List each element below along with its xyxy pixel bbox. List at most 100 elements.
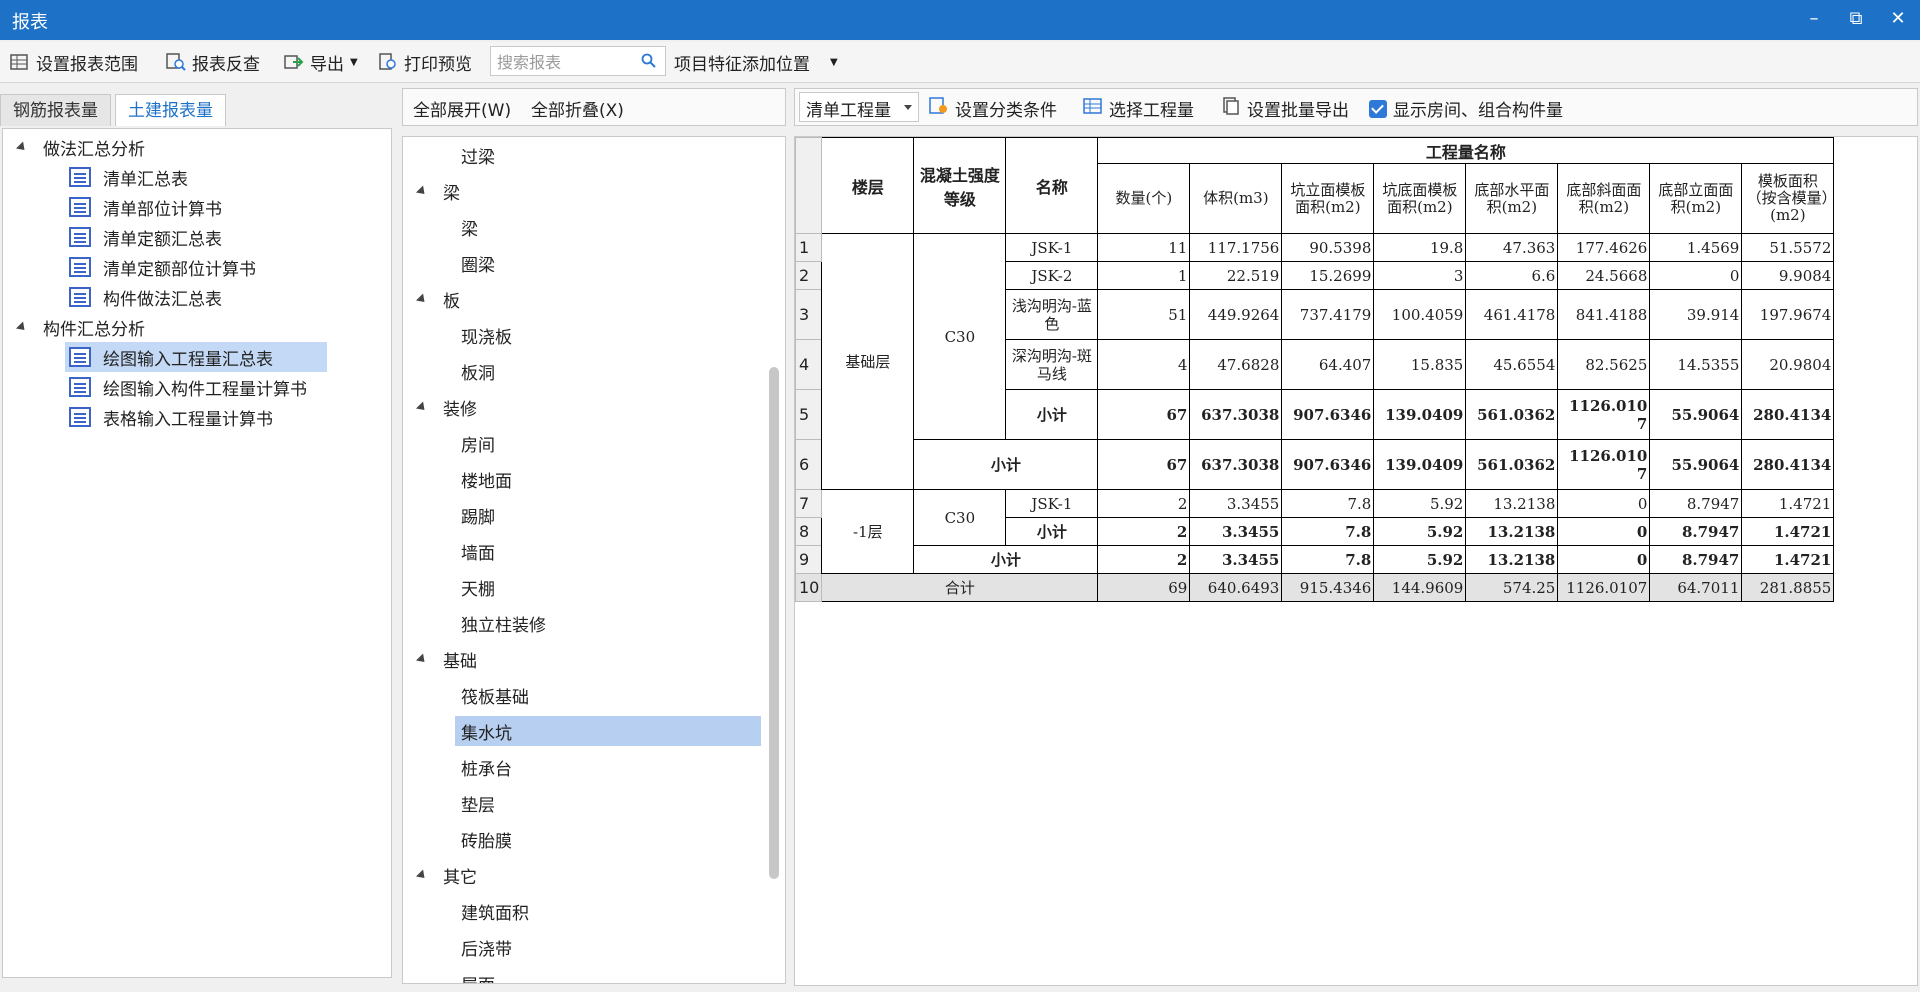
- collapse-arrow-icon[interactable]: [415, 652, 429, 666]
- value-cell: 841.4188: [1557, 289, 1651, 340]
- restore-button[interactable]: ⧉: [1844, 6, 1868, 32]
- tree-item-table-input-calc[interactable]: 表格输入工程量计算书: [69, 402, 273, 432]
- component-tree-item[interactable]: 过梁: [461, 140, 495, 170]
- reverse-check-button[interactable]: 报表反查: [166, 50, 260, 75]
- close-button[interactable]: ✕: [1886, 6, 1910, 32]
- value-cell: 6.6: [1465, 261, 1559, 290]
- report-search-input[interactable]: [495, 48, 639, 76]
- value-cell: 45.6554: [1465, 339, 1559, 390]
- component-tree-item[interactable]: 楼地面: [461, 464, 512, 494]
- value-cell: 7.8: [1281, 489, 1375, 518]
- value-cell: 20.9804: [1741, 339, 1835, 390]
- component-tree-group[interactable]: 其它: [415, 860, 477, 890]
- collapse-arrow-icon[interactable]: [15, 320, 29, 334]
- search-icon[interactable]: [641, 53, 657, 73]
- tree-item-bill-summary[interactable]: 清单汇总表: [69, 162, 188, 192]
- tree-item-component-method-summary[interactable]: 构件做法汇总表: [69, 282, 222, 312]
- component-tree-group[interactable]: 梁: [415, 176, 460, 206]
- quantity-report-table: 楼层 混凝土强度等级 名称 工程量名称 数量(个) 体积(m3) 坑立面模板面积…: [794, 137, 1835, 602]
- component-tree-item[interactable]: 踢脚: [461, 500, 495, 530]
- tree-item-label: 绘图输入工程量汇总表: [103, 349, 273, 370]
- export-button[interactable]: 导出 ▼: [284, 50, 358, 75]
- show-rooms-checkbox[interactable]: 显示房间、组合构件量: [1369, 96, 1563, 121]
- report-icon: [69, 347, 91, 367]
- component-tree-item[interactable]: 垫层: [461, 788, 495, 818]
- vertical-scrollbar[interactable]: [769, 367, 779, 879]
- tab-civil-report[interactable]: 土建报表量: [115, 94, 226, 126]
- component-tree-item[interactable]: 天棚: [461, 572, 495, 602]
- table-row[interactable]: 1 基础层 C30 JSK-1 11 117.1756 90.5398 19.8 47.363 1…: [794, 233, 1835, 490]
- tree-item-bill-quota-part-calc[interactable]: 清单定额部位计算书: [69, 252, 256, 282]
- value-cell: 737.4179: [1281, 289, 1375, 340]
- tree-item-label: 清单部位计算书: [103, 199, 222, 220]
- tree-item-bill-quota-summary[interactable]: 清单定额汇总表: [69, 222, 222, 252]
- component-tree-item[interactable]: 墙面: [461, 536, 495, 566]
- value-cell: 640.6493: [1189, 573, 1283, 602]
- set-report-range-button[interactable]: 设置报表范围: [10, 50, 138, 75]
- value-cell: 67: [1097, 439, 1191, 490]
- collapse-arrow-icon[interactable]: [15, 140, 29, 154]
- collapse-arrow-icon[interactable]: [415, 184, 429, 198]
- tree-item-drawing-input-summary[interactable]: 绘图输入工程量汇总表: [65, 342, 327, 372]
- value-cell: 3: [1373, 261, 1467, 290]
- table-row[interactable]: 7 -1层 C30 JSK-1 2 3.3455 7.8 5.92 13.2138 0 8.7947…: [794, 489, 1835, 574]
- component-tree-group[interactable]: 板: [415, 284, 460, 314]
- collapse-arrow-icon[interactable]: [415, 868, 429, 882]
- component-tree-item[interactable]: 建筑面积: [461, 896, 529, 926]
- print-preview-button[interactable]: 打印预览: [378, 50, 472, 75]
- component-tree-item[interactable]: 桩承台: [461, 752, 512, 782]
- checkbox-checked-icon[interactable]: [1369, 99, 1387, 118]
- component-tree-group[interactable]: 基础: [415, 644, 477, 674]
- tree-node-label: 天棚: [461, 579, 495, 600]
- tree-node-label: 梁: [443, 183, 460, 204]
- header-col: 体积(m3): [1189, 163, 1283, 234]
- header-quantity-group: 工程量名称: [1097, 137, 1835, 164]
- component-tree: 过梁梁梁圈梁板现浇板 板洞 装修 房间 楼地面 踢脚 墙面 天棚 独立柱装修 基础 筏板基础 集水坑桩…: [402, 136, 786, 984]
- value-cell: 1126.0107: [1557, 389, 1651, 440]
- component-tree-item[interactable]: 房间: [461, 428, 495, 458]
- tree-group-component-summary[interactable]: 构件汇总分析: [15, 312, 145, 342]
- component-tree-item[interactable]: 砖胎膜: [461, 824, 512, 854]
- minimize-button[interactable]: –: [1802, 6, 1826, 32]
- batch-export-button[interactable]: 设置批量导出: [1221, 96, 1349, 121]
- component-tree-item[interactable]: 圈梁: [461, 248, 495, 278]
- value-cell: 11: [1097, 233, 1191, 262]
- tree-item-bill-part-calc[interactable]: 清单部位计算书: [69, 192, 222, 222]
- collapse-arrow-icon[interactable]: [415, 292, 429, 306]
- report-icon: [69, 227, 91, 247]
- tree-node-label: 板洞: [461, 363, 495, 384]
- tree-group-method-summary[interactable]: 做法汇总分析: [15, 132, 145, 162]
- value-cell: 39.914: [1649, 289, 1743, 340]
- total-label: 合计: [821, 573, 1099, 602]
- feature-position-dropdown[interactable]: 项目特征添加位置 ▼: [674, 50, 838, 75]
- component-tree-item[interactable]: 梁: [461, 212, 478, 242]
- component-tree-item[interactable]: 后浇带: [461, 932, 512, 962]
- component-tree-item[interactable]: 独立柱装修: [461, 608, 546, 638]
- value-cell: 64.7011: [1649, 573, 1743, 602]
- expand-all-button[interactable]: 全部展开(W): [413, 96, 511, 121]
- show-rooms-label: 显示房间、组合构件量: [1393, 101, 1563, 121]
- collapse-all-button[interactable]: 全部折叠(X): [531, 96, 624, 121]
- component-tree-group[interactable]: 装修: [415, 392, 477, 422]
- table-row[interactable]: 9 小计 2 3.3455 7.8 5.92 13.2138 0 8.7947 1.4721: [794, 545, 1835, 574]
- select-quantity-button[interactable]: 选择工程量: [1083, 96, 1194, 121]
- title-bar: 报表 – ⧉ ✕: [0, 0, 1920, 40]
- quantity-type-select[interactable]: 清单工程量: [799, 92, 919, 122]
- tree-node-label: 楼地面: [461, 471, 512, 492]
- table-row[interactable]: 10 合计 69 640.6493 915.4346 144.9609 574.25 1126…: [794, 573, 1835, 602]
- collapse-arrow-icon[interactable]: [415, 400, 429, 414]
- value-cell: 7.8: [1281, 517, 1375, 546]
- component-tree-item[interactable]: 筏板基础: [461, 680, 529, 710]
- component-tree-item[interactable]: 现浇板: [461, 320, 512, 350]
- value-cell: 67: [1097, 389, 1191, 440]
- component-tree-item[interactable]: 屋面: [461, 968, 495, 984]
- tree-item-label: 清单汇总表: [103, 169, 188, 190]
- set-category-button[interactable]: 设置分类条件: [929, 96, 1057, 121]
- component-tree-item[interactable]: 集水坑: [455, 716, 761, 746]
- tree-item-label: 清单定额部位计算书: [103, 259, 256, 280]
- table-row[interactable]: 6 小计 67 637.3038 907.6346 139.0409 561.0362 112…: [794, 439, 1835, 490]
- component-tree-item[interactable]: 板洞: [461, 356, 495, 386]
- tab-rebar-report[interactable]: 钢筋报表量: [0, 94, 111, 126]
- tree-item-drawing-component-calc[interactable]: 绘图输入构件工程量计算书: [69, 372, 307, 402]
- value-cell: 8.7947: [1649, 489, 1743, 518]
